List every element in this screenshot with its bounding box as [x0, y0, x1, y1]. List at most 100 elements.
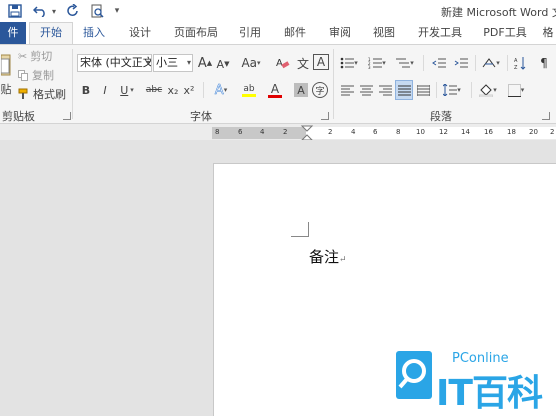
tab-review[interactable]: 审阅 — [322, 22, 358, 44]
justify-button[interactable] — [395, 80, 413, 100]
bullets-button[interactable]: ▾ — [338, 54, 360, 72]
subscript-button[interactable]: x₂ — [166, 81, 180, 99]
grow-font-icon: A — [197, 55, 207, 71]
text-effects-button[interactable]: A ▾ — [209, 81, 233, 99]
paragraph-mark: ↵ — [339, 255, 347, 265]
copy-icon — [18, 69, 28, 81]
text-highlight-button[interactable]: ab — [236, 81, 262, 99]
subscript-icon: x₂ — [167, 83, 179, 97]
strikethrough-button[interactable]: abc — [144, 81, 164, 99]
ruler-tick: 4 — [260, 128, 265, 136]
horizontal-ruler[interactable]: 8 6 4 2 2 4 6 8 10 12 14 16 18 20 2 — [212, 127, 556, 139]
increase-indent-button[interactable] — [452, 54, 470, 72]
shrink-font-button[interactable]: A ▼ — [215, 55, 231, 73]
paint-bucket-icon — [479, 83, 494, 97]
multilevel-list-icon — [396, 58, 411, 68]
show-marks-button[interactable]: ¶ — [536, 54, 552, 72]
enclose-characters-button[interactable]: 字 — [312, 82, 328, 98]
group-separator — [72, 49, 73, 119]
underline-button[interactable]: U ▾ — [116, 81, 138, 99]
document-text[interactable]: 备注↵ — [309, 246, 347, 267]
character-border-icon: A — [316, 55, 326, 69]
chevron-down-icon: ▾ — [186, 58, 191, 67]
print-preview-icon[interactable] — [88, 2, 106, 20]
paste-button[interactable]: 贴 — [0, 47, 12, 103]
format-painter-button[interactable]: 格式刷 — [18, 86, 66, 102]
bullets-icon — [340, 57, 355, 69]
font-group-label: 字体 — [190, 110, 212, 123]
undo-icon[interactable] — [30, 2, 50, 20]
font-size-combo[interactable]: 小三 ▾ — [153, 54, 193, 72]
align-left-button[interactable] — [339, 81, 355, 99]
undo-dropdown-icon[interactable]: ▾ — [50, 2, 58, 20]
ruler-left-margin — [212, 127, 306, 139]
line-spacing-icon — [443, 84, 458, 96]
title-bar: ▾ ▾ 新建 Microsoft Word 文 — [0, 0, 556, 22]
cut-button[interactable]: ✂ 剪切 — [18, 48, 52, 64]
pconline-logo-icon — [396, 351, 432, 399]
tab-design[interactable]: 设计 — [122, 22, 158, 44]
align-right-button[interactable] — [377, 81, 393, 99]
phonetic-guide-button[interactable]: 文 — [295, 54, 311, 72]
strikethrough-icon: abc — [145, 85, 163, 95]
paste-label: 贴 — [0, 83, 12, 96]
font-color-bar — [268, 94, 282, 98]
numbering-button[interactable]: 123 ▾ — [366, 54, 388, 72]
redo-icon[interactable] — [64, 2, 82, 20]
font-dialog-launcher[interactable] — [321, 112, 329, 120]
distributed-button[interactable] — [415, 81, 431, 99]
font-name-combo[interactable]: 宋体 (中文正文 ▾ — [77, 54, 152, 72]
tab-pdf-tools[interactable]: PDF工具 — [477, 22, 533, 44]
borders-button[interactable]: ▾ — [504, 81, 528, 99]
change-case-button[interactable]: Aa ▾ — [238, 54, 264, 72]
tab-mailings[interactable]: 邮件 — [277, 22, 313, 44]
tab-view[interactable]: 视图 — [366, 22, 402, 44]
text-effects-icon: A — [214, 82, 224, 98]
character-shading-icon: A — [297, 83, 305, 97]
character-border-button[interactable]: A — [313, 54, 329, 70]
inner-separator — [423, 55, 424, 71]
font-name-value: 宋体 (中文正文 — [80, 56, 152, 69]
decrease-indent-button[interactable] — [430, 54, 448, 72]
asian-layout-button[interactable]: ▾ — [480, 54, 502, 72]
paragraph-dialog-launcher[interactable] — [542, 112, 550, 120]
character-shading-button[interactable]: A — [294, 83, 308, 97]
ribbon: 贴 ✂ 剪切 复制 格式刷 剪贴板 宋体 (中文正文 ▾ 小三 ▾ A ▲ A ▼ … — [0, 44, 556, 124]
clipboard-dialog-launcher[interactable] — [63, 112, 71, 120]
borders-icon — [507, 83, 521, 97]
inner-separator — [471, 82, 472, 98]
ruler-tick: 16 — [484, 128, 493, 136]
svg-text:Z: Z — [514, 65, 518, 70]
tab-more[interactable]: 格 — [540, 22, 556, 44]
clear-formatting-button[interactable]: A — [275, 54, 291, 72]
ruler-tick: 18 — [507, 128, 516, 136]
sort-button[interactable]: AZ — [512, 54, 528, 72]
shading-button[interactable]: ▾ — [476, 81, 500, 99]
multilevel-list-button[interactable]: ▾ — [394, 54, 416, 72]
tab-references[interactable]: 引用 — [232, 22, 268, 44]
tab-developer[interactable]: 开发工具 — [412, 22, 468, 44]
bold-button[interactable]: B — [79, 81, 93, 99]
customize-toolbar-button[interactable]: ▾ — [112, 2, 122, 20]
save-icon[interactable] — [6, 2, 24, 20]
sort-icon: AZ — [514, 57, 526, 70]
grow-font-button[interactable]: A ▲ — [197, 54, 213, 72]
tab-file[interactable]: 件 — [0, 22, 26, 44]
ruler-tick: 2 — [550, 128, 555, 136]
align-center-button[interactable] — [358, 81, 374, 99]
font-color-button[interactable]: A — [264, 81, 286, 99]
ruler-tick: 20 — [529, 128, 538, 136]
ruler-tick: 12 — [439, 128, 448, 136]
tab-insert[interactable]: 插入 — [76, 22, 112, 44]
tab-home[interactable]: 开始 — [29, 22, 73, 45]
superscript-button[interactable]: x² — [182, 81, 196, 99]
font-color-icon: A — [270, 81, 280, 96]
margin-corner-mark — [291, 236, 309, 237]
ruler-tick: 8 — [215, 128, 220, 136]
copy-button[interactable]: 复制 — [18, 67, 54, 83]
italic-button[interactable]: I — [98, 81, 112, 99]
line-spacing-button[interactable]: ▾ — [440, 81, 464, 99]
tab-page-layout[interactable]: 页面布局 — [168, 22, 224, 44]
change-case-icon: Aa — [241, 56, 258, 70]
document-body-text: 备注 — [309, 248, 340, 266]
